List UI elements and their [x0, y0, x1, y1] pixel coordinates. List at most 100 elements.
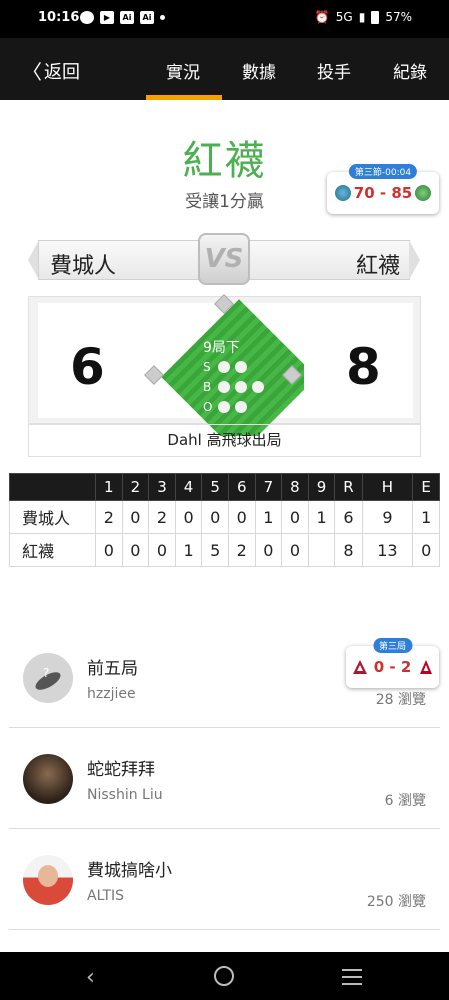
- article-author: Nisshin Liu: [87, 787, 163, 803]
- article-views: 250 瀏覽: [366, 894, 426, 910]
- score-cell: 0: [95, 533, 123, 567]
- score-cell: 8: [334, 533, 363, 567]
- arrow-right-icon: [409, 240, 420, 280]
- status-bar: 10:16 ▶ Ai Ai ⏰ 5G ▮ 57%: [0, 0, 449, 38]
- header-cell: 6: [227, 473, 256, 501]
- header-cell: 2: [121, 473, 150, 501]
- score-cell: 2: [148, 500, 176, 534]
- score-cell: 0: [412, 533, 440, 567]
- system-nav-bar: ‹: [0, 952, 449, 1000]
- article-author: ALTIS: [87, 888, 125, 904]
- score-cell: 0: [201, 500, 229, 534]
- header-cell: R: [334, 473, 363, 501]
- svg-text:?: ?: [43, 666, 49, 680]
- header-cell: 4: [174, 473, 203, 501]
- team-logo-icon: [415, 185, 431, 201]
- out-label: O: [203, 400, 213, 414]
- chevron-left-icon: 〈: [22, 60, 42, 84]
- message-icon: [80, 11, 94, 24]
- game-period-badge: 第三局: [372, 638, 413, 653]
- ball-dot: [218, 381, 230, 393]
- tab-stats[interactable]: 數據: [242, 58, 276, 83]
- score-cell: 0: [121, 500, 150, 534]
- ai-icon: Ai: [120, 11, 134, 24]
- table-row: 費城人 2 0 2 0 0 0 1 0 1 6 9 1: [9, 500, 440, 534]
- tab-live[interactable]: 實況: [166, 58, 200, 83]
- score-cell: [307, 533, 336, 567]
- active-tab-indicator: [146, 95, 222, 100]
- score-cell: 0: [148, 533, 176, 567]
- avatar: [23, 754, 73, 804]
- face: [38, 865, 58, 887]
- ai-icon: Ai: [140, 11, 154, 24]
- header-cell: 1: [95, 473, 123, 501]
- battery-icon: [371, 10, 380, 24]
- header-cell: 8: [281, 473, 309, 501]
- out-dot: [235, 401, 247, 413]
- avatar: [23, 855, 73, 905]
- floating-game-card[interactable]: 第三局 0 - 2: [346, 638, 439, 688]
- last-play: Dahl 高飛球出局: [28, 424, 421, 457]
- score-cell: 0: [281, 500, 309, 534]
- list-item[interactable]: 蛇蛇拜拜 Nisshin Liu 6 瀏覽: [9, 728, 440, 829]
- score-cell: 0: [254, 533, 283, 567]
- score-cell: 0: [121, 533, 150, 567]
- header-cell: 5: [201, 473, 229, 501]
- top-nav: 〈 返回 實況 數據 投手 紀錄: [0, 38, 449, 100]
- strike-label: S: [203, 360, 211, 374]
- tab-pitcher[interactable]: 投手: [317, 58, 351, 83]
- header-cell: 9: [307, 473, 336, 501]
- team-cell: 紅襪: [9, 533, 96, 567]
- article-title: 費城搞啥小: [87, 861, 172, 881]
- list-item[interactable]: 費城搞啥小 ALTIS 250 瀏覽: [9, 829, 440, 930]
- article-title: 蛇蛇拜拜: [87, 760, 155, 780]
- score-cell: 0: [174, 500, 203, 534]
- placeholder-avatar-icon: ?: [23, 653, 73, 703]
- header-cell: E: [412, 473, 440, 501]
- header-cell: 3: [148, 473, 176, 501]
- header-cell: 7: [254, 473, 283, 501]
- back-button[interactable]: 〈 返回: [22, 56, 80, 85]
- away-team-name: 費城人: [50, 254, 117, 279]
- home-score: 8: [346, 338, 381, 396]
- angels-logo-icon: [420, 660, 432, 674]
- youtube-icon: ▶: [100, 11, 114, 24]
- score-cell: 6: [334, 500, 363, 534]
- score-cell: 0: [281, 533, 309, 567]
- team-cell: 費城人: [9, 500, 96, 534]
- inning-indicator: 9局下: [203, 340, 240, 356]
- score-cell: 2: [227, 533, 256, 567]
- matchup-bar: 費城人 紅襪 VS: [28, 233, 420, 285]
- ball-dot: [235, 381, 247, 393]
- score-cell: 1: [254, 500, 283, 534]
- alarm-icon: ⏰: [314, 10, 330, 24]
- vs-badge: VS: [198, 233, 250, 285]
- signal-icon: ▮: [358, 10, 366, 24]
- strike-dot: [235, 361, 247, 373]
- battery-level: 57%: [385, 10, 412, 24]
- article-views: 28 瀏覽: [375, 692, 426, 708]
- infield: [161, 299, 304, 436]
- floating-game-card[interactable]: 第三節-00:04 70 - 85: [327, 164, 439, 214]
- strike-dot: [218, 361, 230, 373]
- score-cell: 5: [201, 533, 229, 567]
- article-views: 6 瀏覽: [384, 793, 426, 809]
- recent-apps-icon[interactable]: [342, 969, 362, 990]
- score-cell: 2: [95, 500, 123, 534]
- score-cell: 1: [307, 500, 336, 534]
- score-cell: 13: [361, 533, 414, 567]
- ball-dot: [252, 381, 264, 393]
- score-cell: 0: [227, 500, 256, 534]
- back-icon[interactable]: ‹: [86, 965, 95, 990]
- dot-icon: [160, 15, 165, 20]
- home-icon[interactable]: [214, 966, 234, 986]
- clock: 10:16: [38, 10, 80, 25]
- out-dot: [218, 401, 230, 413]
- header-cell: H: [361, 473, 414, 501]
- game-period-badge: 第三節-00:04: [348, 164, 418, 179]
- ball-label: B: [203, 380, 212, 394]
- linescore-table: 1 2 3 4 5 6 7 8 9 R H E 費城人 2 0 2 0 0 0 …: [9, 473, 440, 567]
- away-score: 6: [70, 338, 105, 396]
- tab-record[interactable]: 紀錄: [393, 58, 427, 83]
- team-column-header: [9, 473, 96, 501]
